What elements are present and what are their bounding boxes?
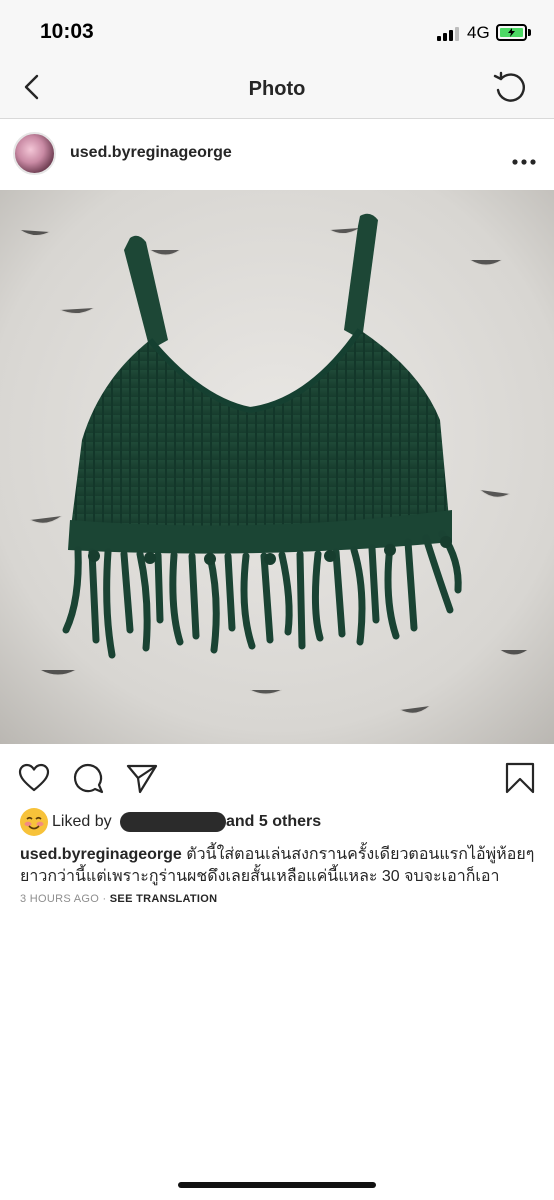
see-translation-link[interactable]: SEE TRANSLATION <box>110 893 218 905</box>
nav-bar: Photo <box>0 60 554 119</box>
post-caption: used.byreginageorge ตัวนี้ใส่ตอนเล่นสงกร… <box>20 844 540 888</box>
meta-separator: · <box>102 893 107 905</box>
heart-icon[interactable] <box>18 762 50 794</box>
network-type: 4G <box>467 23 490 42</box>
post-timestamp: 3 HOURS AGO <box>20 893 100 905</box>
signal-icon <box>437 26 461 41</box>
smiling-face-icon <box>20 808 48 836</box>
likes-count[interactable]: and 5 others <box>226 813 321 831</box>
post-username[interactable]: used.byreginageorge <box>70 144 232 162</box>
status-bar: 10:03 4G <box>0 0 554 60</box>
share-icon[interactable] <box>126 762 158 794</box>
bookmark-icon[interactable] <box>504 762 536 794</box>
post-header: used.byreginageorge <box>0 120 554 190</box>
comment-icon[interactable] <box>72 762 104 794</box>
avatar[interactable] <box>13 132 56 175</box>
battery-nub <box>528 29 531 36</box>
post-meta: 3 HOURS AGO · SEE TRANSLATION <box>20 893 217 905</box>
caption-username[interactable]: used.byreginageorge <box>20 846 182 863</box>
battery-icon <box>496 24 527 41</box>
more-horizontal-icon[interactable] <box>512 152 536 165</box>
redacted-username <box>120 812 226 832</box>
home-indicator[interactable] <box>178 1182 376 1188</box>
liked-by-label: Liked by <box>52 813 112 830</box>
refresh-icon[interactable] <box>492 70 528 106</box>
page-title: Photo <box>248 78 306 100</box>
status-time: 10:03 <box>40 20 94 43</box>
post-photo[interactable] <box>0 190 554 744</box>
likes-row: Liked by and 5 others <box>20 808 540 836</box>
post-actions <box>0 744 554 804</box>
